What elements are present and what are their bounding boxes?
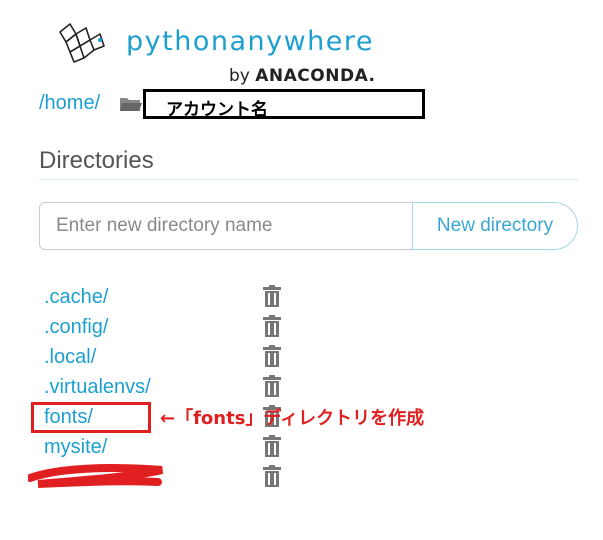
logo-company: ANACONDA. (255, 66, 376, 86)
directories-heading: Directories (39, 147, 154, 174)
folder-icon (120, 98, 142, 111)
snake-logo-icon (59, 23, 105, 63)
account-name-label: アカウント名 (166, 100, 268, 120)
trash-icon[interactable] (262, 435, 282, 457)
trash-icon[interactable] (262, 285, 282, 307)
directory-link[interactable]: .virtualenvs/ (44, 376, 151, 399)
annotation-text: ←「fonts」ディレクトリを作成 (160, 408, 425, 429)
trash-icon[interactable] (262, 375, 282, 397)
directory-link[interactable]: .cache/ (44, 286, 108, 309)
trash-icon[interactable] (262, 465, 282, 487)
directory-list: .cache/ .config/ .local/ .virtualenvs/ f… (44, 282, 304, 492)
section-divider (39, 179, 579, 180)
directory-row: mysite/ (44, 432, 304, 462)
fonts-highlight-box (31, 402, 151, 433)
directory-link[interactable]: mysite/ (44, 436, 107, 459)
logo-word-python: python (126, 26, 230, 57)
logo-wordmark: pythonanywhere (126, 26, 374, 57)
account-name-redaction-box: アカウント名 (143, 89, 425, 120)
logo-byline: by ANACONDA. (229, 66, 376, 86)
directory-link[interactable]: .local/ (44, 346, 96, 369)
directory-link[interactable]: .config/ (44, 316, 108, 339)
trash-icon[interactable] (262, 315, 282, 337)
directory-row: .local/ (44, 342, 304, 372)
pythonanywhere-logo[interactable]: pythonanywhere by ANACONDA. (56, 18, 396, 90)
logo-word-anywhere: anywhere (229, 26, 375, 57)
redaction-scribble (28, 464, 163, 488)
breadcrumb-home-link[interactable]: /home/ (39, 92, 100, 115)
directory-row: .cache/ (44, 282, 304, 312)
trash-icon[interactable] (262, 345, 282, 367)
new-directory-input[interactable] (39, 202, 413, 250)
directory-row: .config/ (44, 312, 304, 342)
logo-by-text: by (229, 66, 250, 86)
new-directory-button[interactable]: New directory (412, 202, 578, 250)
directory-row: .virtualenvs/ (44, 372, 304, 402)
